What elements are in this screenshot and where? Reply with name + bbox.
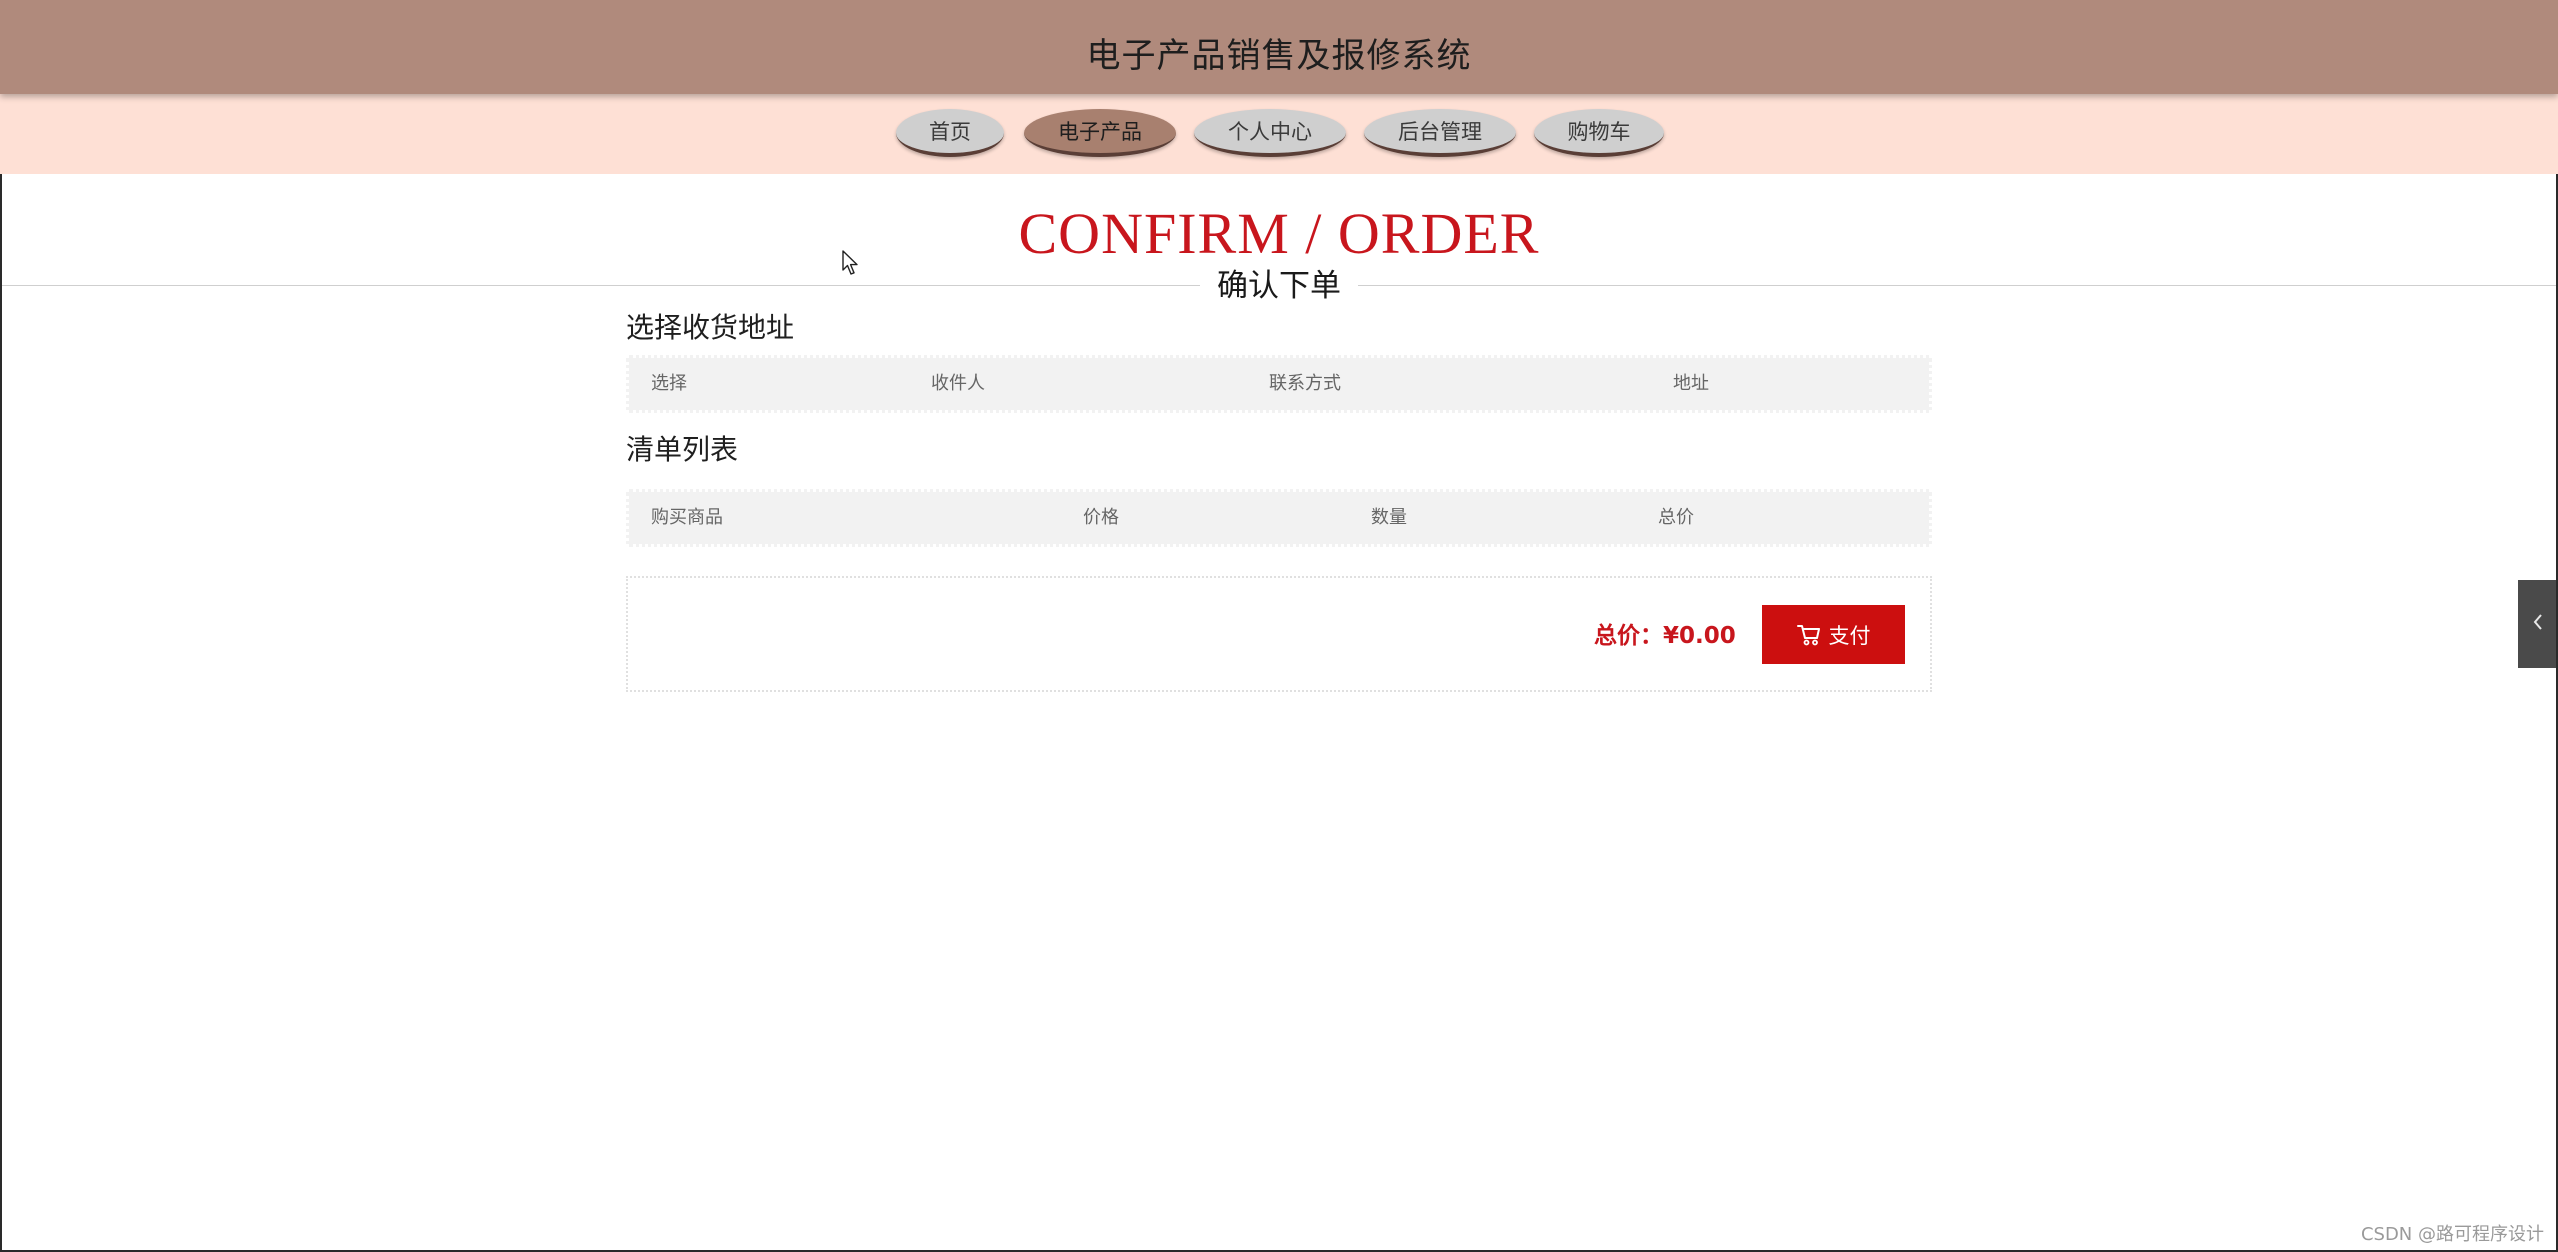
nav-item-admin[interactable]: 后台管理 (1364, 109, 1516, 157)
address-section-title: 选择收货地址 (626, 311, 795, 344)
mouse-pointer-icon (842, 250, 860, 280)
site-header: 电子产品销售及报修系统 (0, 0, 2558, 94)
cart-icon (1796, 624, 1821, 646)
watermark: CSDN @路可程序设计 (2360, 1224, 2544, 1245)
total-price-label: 总价： (1594, 623, 1663, 649)
address-table-header: 选择 收件人 联系方式 地址 (626, 355, 1932, 413)
address-col-recipient: 收件人 (931, 373, 985, 394)
total-price-value: ¥0.00 (1663, 623, 1736, 649)
main-nav: 首页 电子产品 个人中心 后台管理 购物车 (0, 94, 2558, 174)
chevron-left-icon (2531, 611, 2545, 637)
address-col-address: 地址 (1673, 373, 1709, 394)
nav-item-electronics[interactable]: 电子产品 (1024, 109, 1176, 157)
nav-item-cart[interactable]: 购物车 (1534, 109, 1664, 157)
nav-item-personal-center[interactable]: 个人中心 (1194, 109, 1346, 157)
nav-item-home[interactable]: 首页 (896, 109, 1004, 157)
total-price: 总价：¥0.00 (1594, 616, 1736, 650)
page-heading-cn: 确认下单 (1200, 264, 1358, 308)
order-col-quantity: 数量 (1371, 507, 1407, 528)
order-table-header: 购买商品 价格 数量 总价 (626, 489, 1932, 547)
order-list-title: 清单列表 (626, 433, 739, 466)
order-col-total: 总价 (1658, 507, 1694, 528)
order-col-price: 价格 (1083, 507, 1119, 528)
order-col-product: 购买商品 (651, 507, 723, 528)
pay-button-label: 支付 (1828, 623, 1871, 648)
address-col-select: 选择 (651, 373, 687, 394)
side-panel-toggle[interactable] (2518, 580, 2558, 668)
page-heading-en: CONFIRM / ORDER (1018, 201, 1540, 266)
order-summary: 总价：¥0.00 支付 (626, 576, 1932, 692)
pay-button[interactable]: 支付 (1762, 605, 1905, 664)
site-title: 电子产品销售及报修系统 (1086, 36, 1472, 76)
address-col-contact: 联系方式 (1269, 373, 1341, 394)
